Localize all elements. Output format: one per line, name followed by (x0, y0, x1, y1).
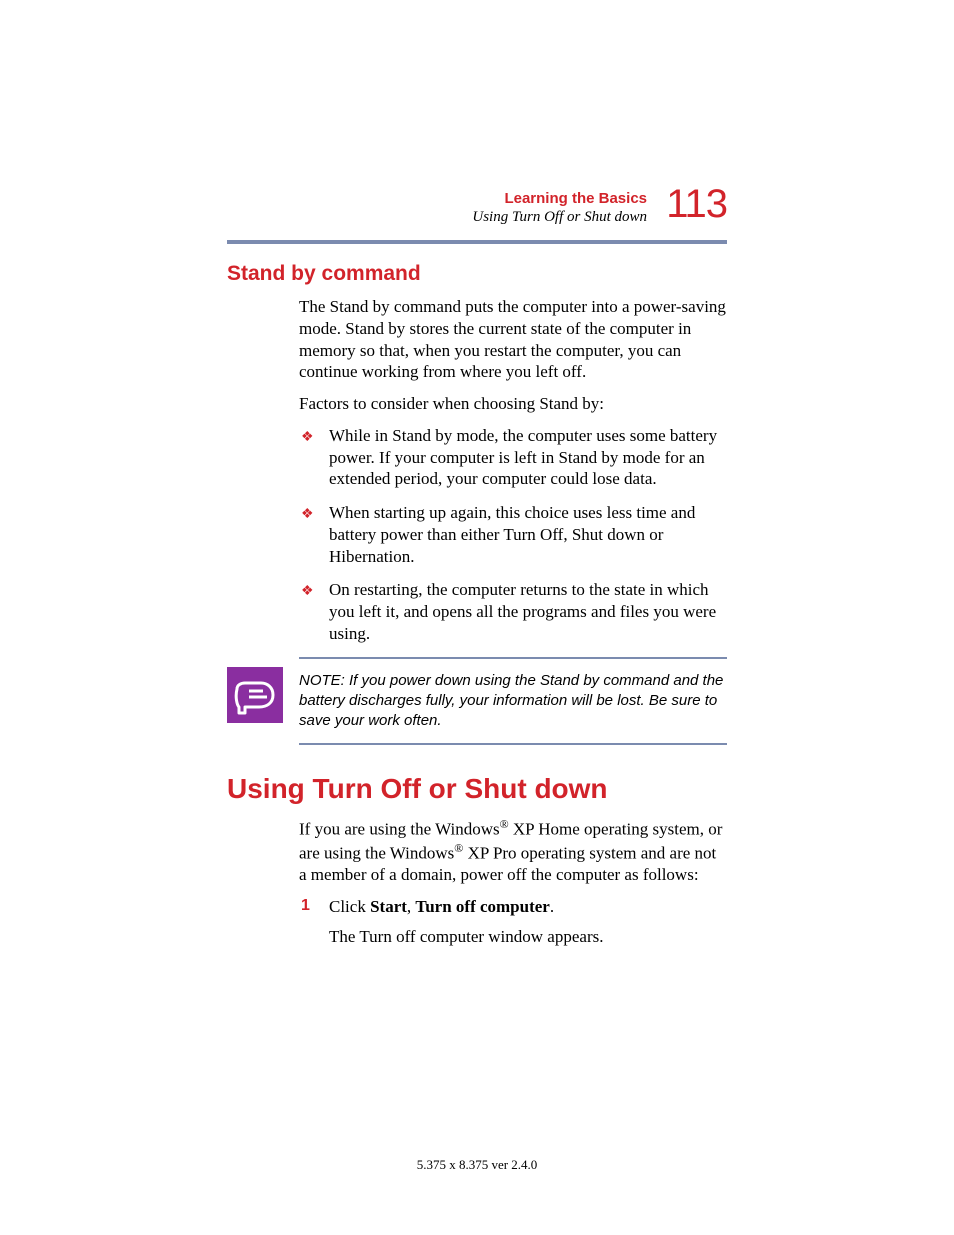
diamond-bullet-icon: ❖ (301, 583, 314, 601)
list-item: ❖ On restarting, the computer returns to… (299, 579, 727, 644)
turnoff-steps: 1 Click Start, Turn off computer. (299, 896, 727, 918)
text-fragment: If you are using the Windows (299, 820, 500, 839)
note-hand-icon (227, 667, 283, 723)
document-page: Learning the Basics Using Turn Off or Sh… (0, 0, 954, 948)
turnoff-intro: If you are using the Windows® XP Home op… (299, 817, 727, 886)
horizontal-rule (227, 240, 727, 244)
step-result: The Turn off computer window appears. (329, 926, 727, 948)
bullet-text: On restarting, the computer returns to t… (329, 580, 716, 643)
section-reference: Using Turn Off or Shut down (227, 209, 647, 226)
bullet-text: While in Stand by mode, the computer use… (329, 426, 717, 489)
header-text-block: Learning the Basics Using Turn Off or Sh… (227, 190, 727, 226)
note-block: NOTE: If you power down using the Stand … (227, 667, 727, 736)
chapter-title: Learning the Basics (227, 190, 647, 207)
text-fragment: . (550, 897, 554, 916)
page-header: Learning the Basics Using Turn Off or Sh… (227, 190, 727, 226)
note-bottom-rule (299, 743, 727, 745)
note-text: NOTE: If you power down using the Stand … (299, 667, 727, 736)
text-fragment: Click (329, 897, 370, 916)
registered-symbol: ® (454, 841, 463, 855)
standby-paragraph-2: Factors to consider when choosing Stand … (299, 393, 727, 415)
standby-heading: Stand by command (227, 262, 727, 286)
list-item: ❖ While in Stand by mode, the computer u… (299, 425, 727, 490)
bullet-text: When starting up again, this choice uses… (329, 503, 695, 566)
list-item: ❖ When starting up again, this choice us… (299, 502, 727, 567)
diamond-bullet-icon: ❖ (301, 506, 314, 524)
diamond-bullet-icon: ❖ (301, 429, 314, 447)
page-footer: 5.375 x 8.375 ver 2.4.0 (0, 1157, 954, 1173)
step-number: 1 (301, 896, 310, 917)
standby-bullet-list: ❖ While in Stand by mode, the computer u… (299, 425, 727, 645)
page-number: 113 (666, 182, 727, 227)
note-top-rule (299, 657, 727, 659)
standby-paragraph-1: The Stand by command puts the computer i… (299, 296, 727, 383)
registered-symbol: ® (500, 817, 509, 831)
bold-text: Turn off computer (415, 897, 549, 916)
step-item: 1 Click Start, Turn off computer. (299, 896, 727, 918)
bold-text: Start (370, 897, 407, 916)
turnoff-heading: Using Turn Off or Shut down (227, 773, 727, 805)
